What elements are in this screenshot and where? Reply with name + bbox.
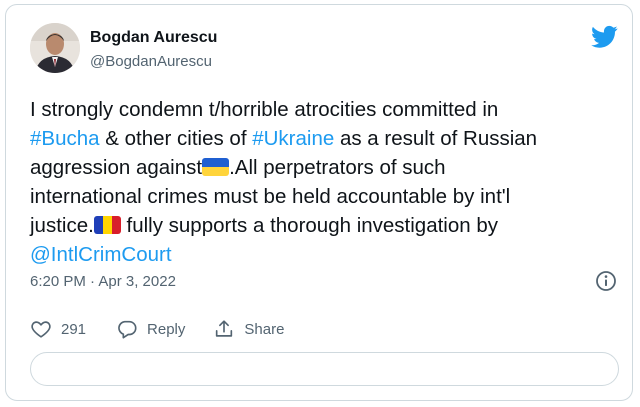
ukraine-flag-emoji	[202, 158, 230, 176]
reply-button[interactable]: Reply	[116, 318, 185, 340]
tweet-text: I strongly condemn t/horrible atrocities…	[30, 95, 620, 269]
tweet-line: justice. fully supports a thorough inves…	[30, 211, 620, 240]
twitter-bird-icon[interactable]	[591, 25, 618, 49]
tweet-text-segment: international crimes must be held accoun…	[30, 185, 511, 208]
romania-flag-emoji	[93, 216, 121, 234]
like-button[interactable]: 291	[30, 318, 86, 340]
tweet-text-segment: aggression against	[30, 156, 203, 179]
hashtag-bucha-link[interactable]: #Bucha	[30, 127, 100, 150]
tweet-timestamp[interactable]: 6:20 PM · Apr 3, 2022	[30, 273, 176, 290]
tweet-text-segment: .All perpetrators of such	[229, 156, 446, 179]
author-handle[interactable]: @BogdanAurescu	[90, 53, 212, 70]
tweet-text-segment: fully supports a thorough investigation …	[120, 214, 499, 237]
author-name[interactable]: Bogdan Aurescu	[90, 29, 217, 47]
tweet-text-segment: justice.	[30, 214, 94, 237]
tweet-text-segment: I strongly condemn t/horrible atrocities…	[30, 98, 499, 121]
info-icon[interactable]	[595, 270, 617, 292]
tweet-line: international crimes must be held accoun…	[30, 182, 620, 211]
heart-icon	[31, 321, 51, 338]
mention-intlcrimcourt-link[interactable]: @IntlCrimCourt	[30, 243, 172, 266]
like-count: 291	[61, 320, 87, 338]
reply-label: Reply	[147, 320, 186, 338]
avatar[interactable]	[30, 23, 80, 73]
speech-bubble-icon	[118, 320, 137, 339]
tweet-line: aggression against .All perpetrators of s…	[30, 153, 620, 182]
share-button[interactable]: Share	[213, 318, 284, 340]
tweet-text-segment: & other cities of	[99, 127, 253, 150]
tweet-line: I strongly condemn t/horrible atrocities…	[30, 95, 620, 124]
tweet-actions: 291 Reply Share	[30, 317, 284, 341]
avatar-photo	[30, 23, 80, 73]
share-upload-icon	[216, 320, 233, 337]
tweet-text-segment: as a result of Russian	[334, 127, 538, 150]
reply-input[interactable]	[30, 352, 619, 386]
share-label: Share	[244, 320, 285, 338]
tweet-card[interactable]: Bogdan Aurescu @BogdanAurescu I strongly…	[5, 4, 633, 401]
tweet-line: @IntlCrimCourt	[30, 240, 620, 269]
hashtag-ukraine-link[interactable]: #Ukraine	[252, 127, 334, 150]
tweet-line: #Bucha & other cities of #Ukraine as a r…	[30, 124, 620, 153]
